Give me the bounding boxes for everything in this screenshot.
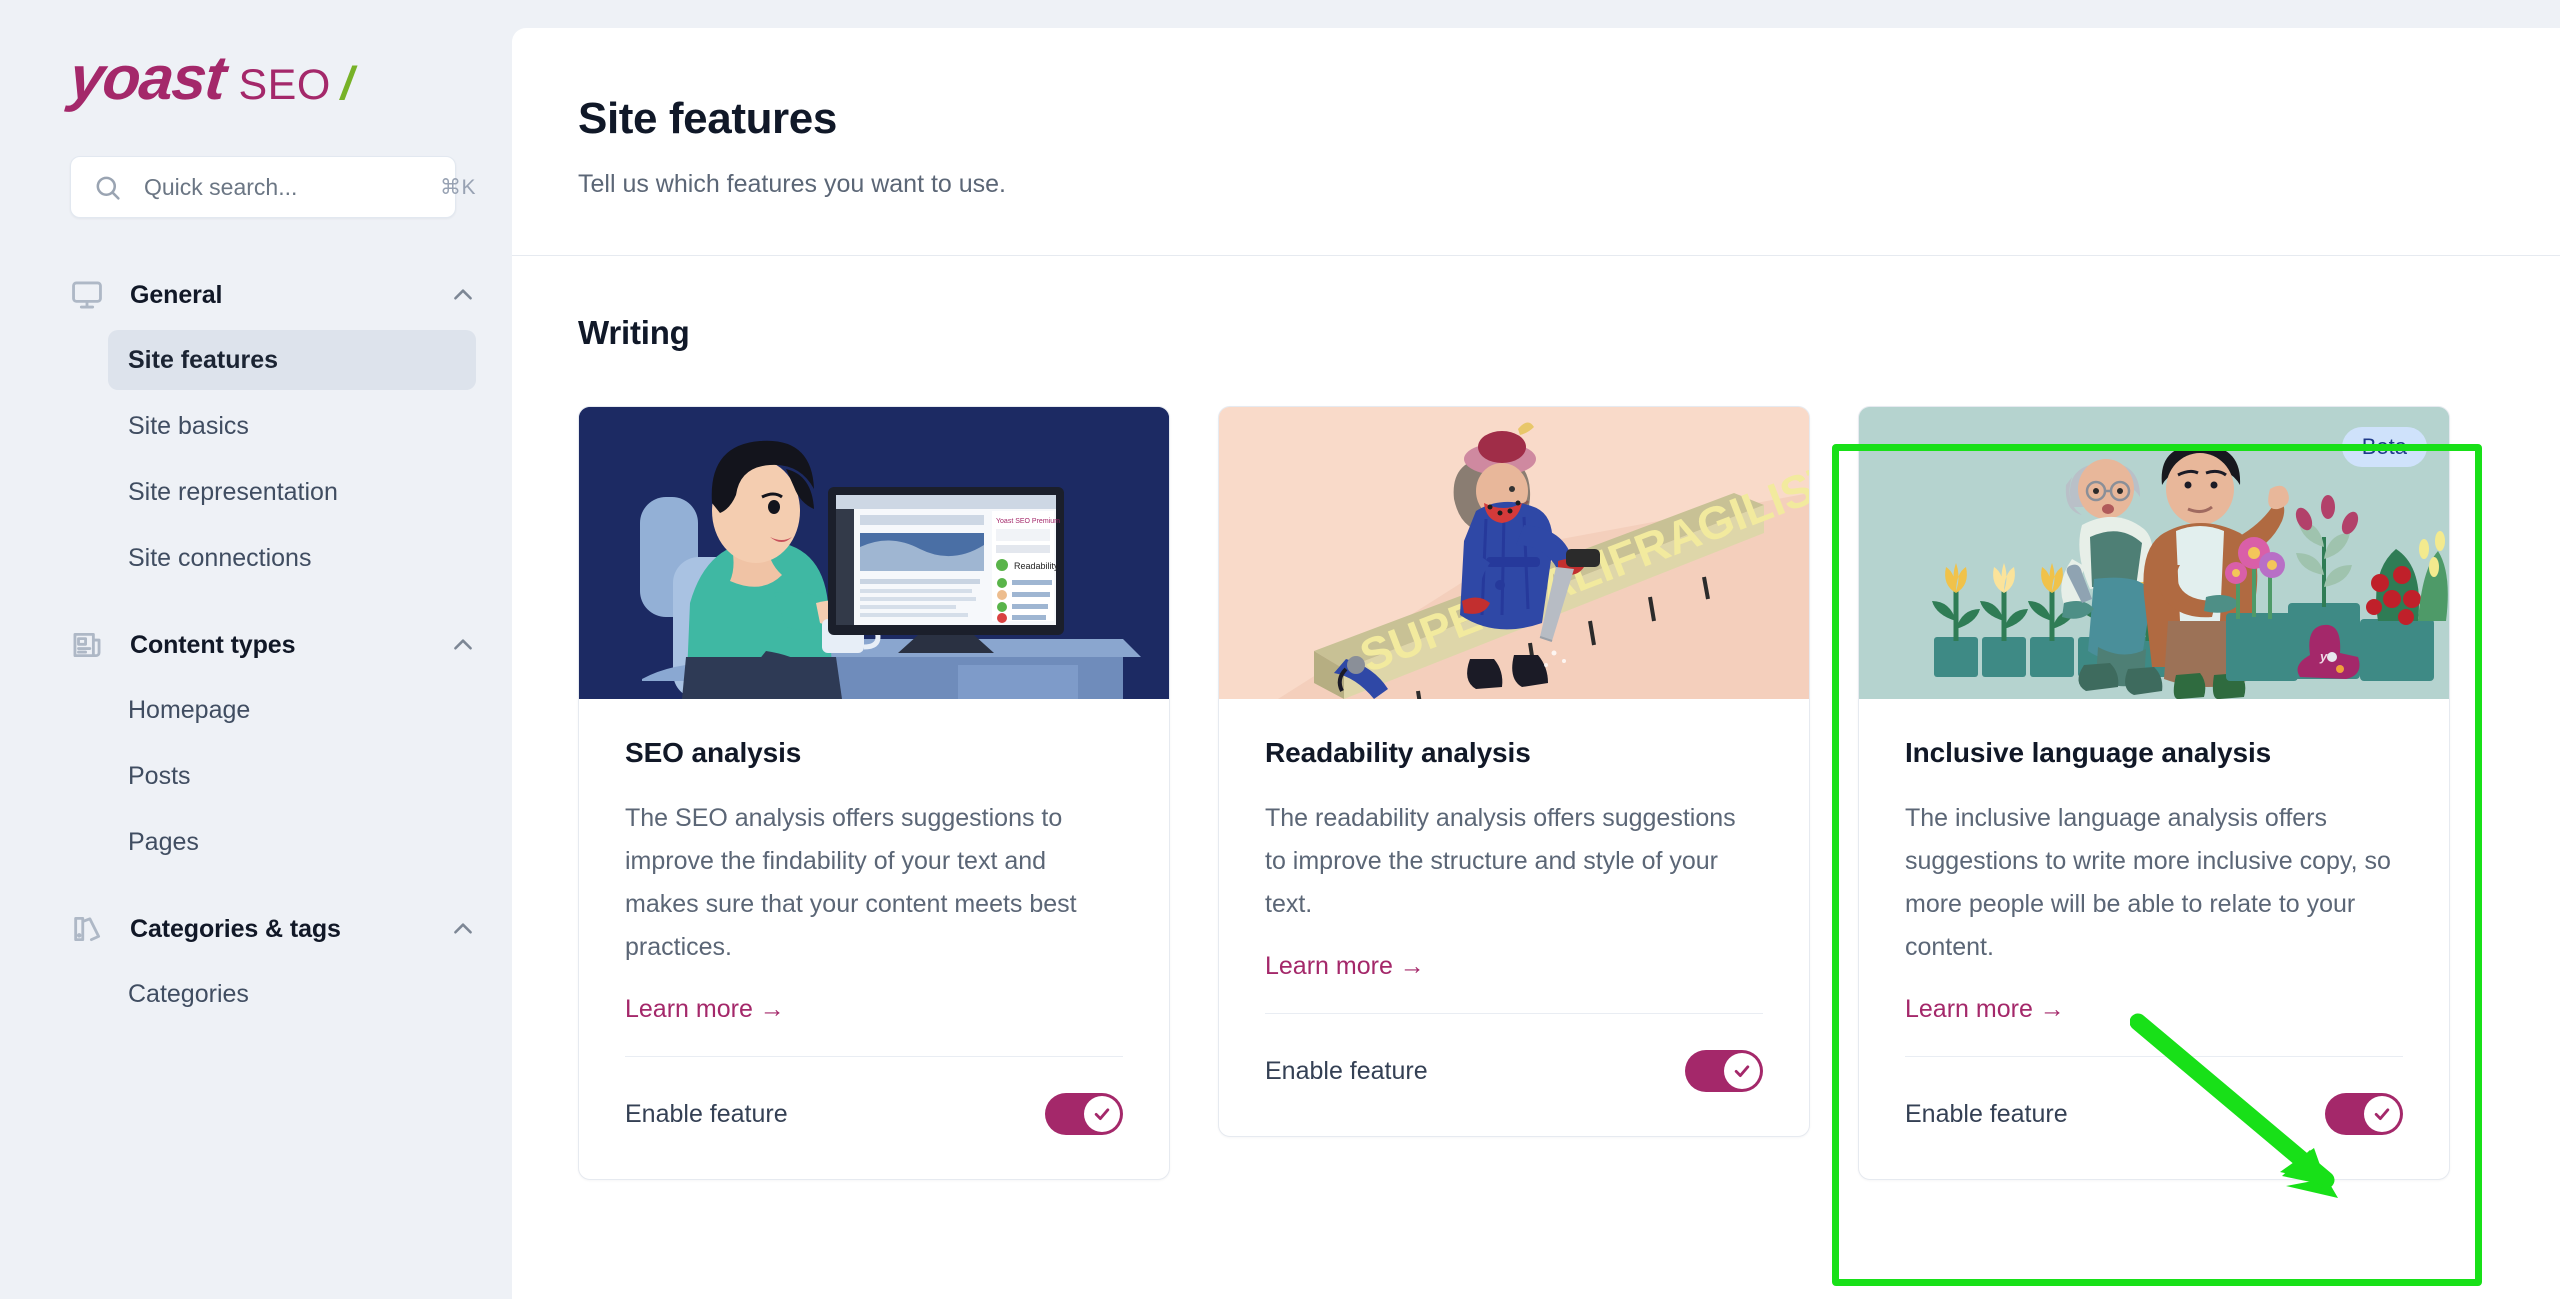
enable-feature-row-seo-analysis: Enable feature (625, 1093, 1123, 1135)
yoast-seo-logo[interactable]: yoast SEO / (66, 44, 512, 113)
sidebar-item-homepage[interactable]: Homepage (108, 680, 476, 740)
enable-feature-toggle-seo-analysis[interactable] (1045, 1093, 1123, 1135)
search-icon (93, 173, 122, 202)
feature-card-seo-analysis: Yoast SEO Premium Readability SEO analys… (578, 406, 1170, 1180)
enable-feature-toggle-readability-analysis[interactable] (1685, 1050, 1763, 1092)
sidebar-item-site-connections[interactable]: Site connections (108, 528, 476, 588)
sidebar-item-posts[interactable]: Posts (108, 746, 476, 806)
app-root: yoast SEO / ⌘K (0, 0, 2560, 1299)
check-icon (1734, 1065, 1750, 1077)
card-title-inclusive-language-analysis: Inclusive language analysis (1905, 737, 2272, 768)
enable-feature-row-inclusive-language-analysis: Enable feature (1905, 1093, 2403, 1135)
card-title-readability-analysis: Readability analysis (1265, 737, 1531, 768)
sidebar-item-site-basics[interactable]: Site basics (108, 396, 476, 456)
enable-feature-label: Enable feature (625, 1099, 788, 1128)
sidebar: yoast SEO / ⌘K (0, 0, 512, 1299)
card-body-inclusive-language-analysis: Inclusive language analysis The inclusiv… (1859, 699, 2449, 1024)
toggle-knob (1084, 1096, 1120, 1132)
feature-card-readability-analysis: SUPERCALIFRAGILISTICEXPIALIDOCIOUS (1218, 406, 1810, 1137)
quick-search-box[interactable]: ⌘K (70, 156, 476, 218)
feature-card-inclusive-language-analysis: y Beta Inclusive language analysis The i… (1858, 406, 2450, 1180)
card-divider (1905, 1056, 2403, 1057)
card-body-seo-analysis: SEO analysis The SEO analysis offers sug… (579, 699, 1169, 1024)
tags-icon (70, 912, 104, 946)
toggle-knob (1724, 1053, 1760, 1089)
beta-badge: Beta (2341, 427, 2427, 468)
svg-text:Yoast SEO Premium: Yoast SEO Premium (996, 518, 1060, 525)
learn-more-link-seo-analysis[interactable]: Learn more → (625, 995, 785, 1024)
card-footer-inclusive-language-analysis: Enable feature (1859, 1056, 2449, 1179)
nav-group-categories-tags: Categories & tags Categories (0, 898, 512, 1024)
article-icon (70, 628, 104, 662)
card-illustration-inclusive-language-analysis: y Beta (1859, 407, 2449, 699)
toggle-knob (2364, 1096, 2400, 1132)
nav-sub-general: Site features Site basics Site represent… (0, 330, 512, 588)
logo-wrap: yoast SEO / (0, 0, 512, 113)
learn-more-link-inclusive-language-analysis[interactable]: Learn more → (1905, 995, 2065, 1024)
sidebar-item-site-features[interactable]: Site features (108, 330, 476, 390)
search-input[interactable] (144, 173, 440, 201)
sidebar-item-site-representation[interactable]: Site representation (108, 462, 476, 522)
sawing-long-word-illustration: SUPERCALIFRAGILISTICEXPIALIDOCIOUS (1219, 407, 1809, 699)
svg-text:y: y (2319, 649, 2328, 664)
logo-seo-text: SEO (238, 61, 331, 109)
enable-feature-label: Enable feature (1265, 1056, 1428, 1085)
check-icon (1094, 1108, 1110, 1120)
sidebar-item-pages[interactable]: Pages (108, 812, 476, 872)
nav-sub-categories-tags: Categories (0, 964, 512, 1024)
chevron-up-icon[interactable] (450, 282, 476, 308)
nav-group-header-categories-tags[interactable]: Categories & tags (0, 898, 512, 960)
card-footer-readability-analysis: Enable feature (1219, 1013, 1809, 1136)
nav-group-label-general: General (130, 280, 223, 309)
card-description-inclusive-language-analysis: The inclusive language analysis offers s… (1905, 804, 2391, 961)
card-title-seo-analysis: SEO analysis (625, 737, 802, 768)
nav-group-content-types: Content types Homepage Posts Pages (0, 614, 512, 872)
card-footer-seo-analysis: Enable feature (579, 1056, 1169, 1179)
enable-feature-toggle-inclusive-language-analysis[interactable] (2325, 1093, 2403, 1135)
page-title: Site features (578, 94, 837, 143)
section-title-writing: Writing (578, 314, 690, 351)
chevron-up-icon[interactable] (450, 916, 476, 942)
nav-group-label-categories-tags: Categories & tags (130, 914, 341, 943)
card-illustration-seo-analysis: Yoast SEO Premium Readability (579, 407, 1169, 699)
card-illustration-readability-analysis: SUPERCALIFRAGILISTICEXPIALIDOCIOUS (1219, 407, 1809, 699)
card-description-readability-analysis: The readability analysis offers suggesti… (1265, 804, 1736, 918)
chevron-up-icon[interactable] (450, 632, 476, 658)
main-panel: Site features Tell us which features you… (512, 28, 2560, 1299)
nav-group-header-content-types[interactable]: Content types (0, 614, 512, 676)
nav-group-general: General Site features Site basics Site r… (0, 264, 512, 588)
nav-group-label-content-types: Content types (130, 630, 296, 659)
check-icon (2374, 1108, 2390, 1120)
feature-cards: Yoast SEO Premium Readability SEO analys… (578, 406, 2494, 1180)
sidebar-nav: General Site features Site basics Site r… (0, 264, 512, 1024)
card-description-seo-analysis: The SEO analysis offers suggestions to i… (625, 804, 1077, 961)
monitor-icon (70, 278, 104, 312)
woman-at-desk-illustration: Yoast SEO Premium Readability (579, 407, 1169, 699)
svg-text:Readability: Readability (1014, 561, 1059, 571)
card-divider (1265, 1013, 1763, 1014)
enable-feature-label: Enable feature (1905, 1099, 2068, 1128)
search-shortcut-hint: ⌘K (440, 175, 477, 199)
nav-sub-content-types: Homepage Posts Pages (0, 680, 512, 872)
logo-slash-mark: / (340, 57, 354, 109)
enable-feature-row-readability-analysis: Enable feature (1265, 1050, 1763, 1092)
page-header: Site features Tell us which features you… (512, 28, 2560, 255)
page-subtitle: Tell us which features you want to use. (578, 170, 1007, 198)
sidebar-item-categories[interactable]: Categories (108, 964, 476, 1024)
logo-yoast-text: yoast (66, 44, 229, 113)
learn-more-link-readability-analysis[interactable]: Learn more → (1265, 952, 1425, 981)
card-body-readability-analysis: Readability analysis The readability ana… (1219, 699, 1809, 981)
card-divider (625, 1056, 1123, 1057)
writing-section: Writing Yoast SEO Premium Readability SE… (512, 256, 2560, 1180)
nav-group-header-general[interactable]: General (0, 264, 512, 326)
